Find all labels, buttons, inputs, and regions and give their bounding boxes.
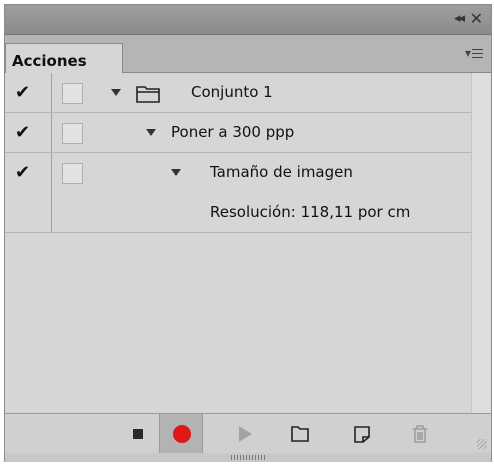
delete-button[interactable] [397, 414, 441, 454]
action-set-row[interactable]: ✔ Conjunto 1 [5, 73, 471, 113]
vertical-scrollbar[interactable] [471, 73, 491, 413]
resize-grip-icon[interactable] [477, 439, 487, 449]
tab-strip: Acciones ▾ [5, 35, 491, 74]
panel-menu-icon[interactable]: ▾ [465, 46, 483, 60]
new-set-button[interactable] [277, 414, 321, 454]
action-row[interactable]: ✔ Poner a 300 ppp [5, 113, 471, 153]
tab-acciones[interactable]: Acciones [5, 43, 123, 74]
expand-triangle-icon[interactable] [111, 89, 121, 96]
delete-icon [413, 425, 427, 443]
panel-resize-handle[interactable] [5, 453, 491, 462]
record-icon [173, 425, 191, 443]
actions-panel: ◂◂ ✕ Acciones ▾ ✔ Conjunto 1 ✔ Poner a 3… [4, 4, 492, 462]
toggle-dialog-box[interactable] [62, 163, 83, 184]
command-detail-row[interactable]: Resolución: 118,11 por cm [5, 193, 471, 233]
stop-button[interactable] [115, 414, 159, 454]
toggle-check-icon[interactable]: ✔ [15, 162, 30, 183]
play-icon [239, 426, 252, 442]
toggle-dialog-box[interactable] [62, 123, 83, 144]
panel-titlebar[interactable]: ◂◂ ✕ [5, 5, 491, 35]
toggle-check-icon[interactable]: ✔ [15, 82, 30, 103]
command-detail-label: Resolución: 118,11 por cm [210, 203, 411, 221]
action-label: Poner a 300 ppp [171, 123, 295, 141]
play-button[interactable] [223, 414, 267, 454]
new-action-button[interactable] [339, 414, 383, 454]
close-icon[interactable]: ✕ [470, 9, 483, 28]
folder-icon [136, 86, 160, 103]
expand-triangle-icon[interactable] [171, 169, 181, 176]
grip-lines-icon [231, 455, 267, 460]
command-label: Tamaño de imagen [210, 163, 353, 181]
expand-triangle-icon[interactable] [146, 129, 156, 136]
toggle-check-icon[interactable]: ✔ [15, 122, 30, 143]
action-set-label: Conjunto 1 [191, 83, 273, 101]
toggle-dialog-box[interactable] [62, 83, 83, 104]
command-row[interactable]: ✔ Tamaño de imagen [5, 153, 471, 193]
actions-toolbar [5, 413, 491, 454]
record-button[interactable] [159, 414, 203, 454]
stop-icon [133, 429, 143, 439]
actions-list: ✔ Conjunto 1 ✔ Poner a 300 ppp ✔ Tamaño … [5, 73, 491, 413]
collapse-icon[interactable]: ◂◂ [454, 11, 465, 26]
new-set-icon [291, 426, 309, 442]
new-action-icon [354, 426, 370, 443]
